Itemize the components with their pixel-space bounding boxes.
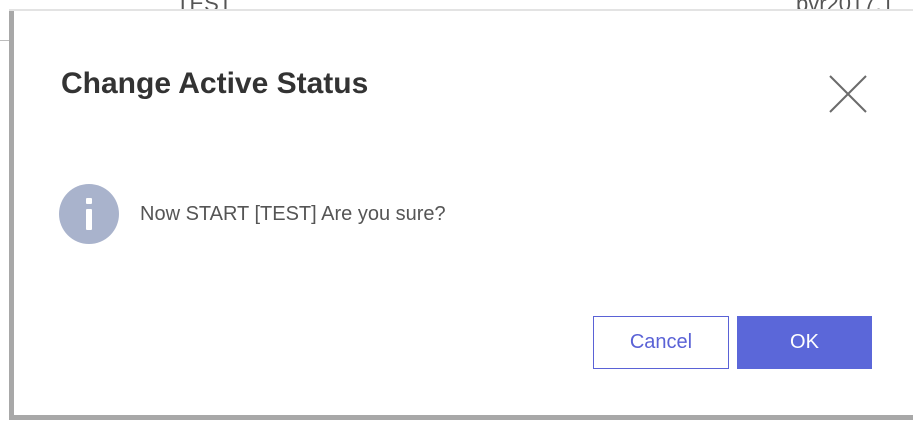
close-icon (829, 75, 867, 113)
info-icon (59, 184, 119, 244)
close-button[interactable] (826, 72, 870, 116)
ok-button[interactable]: OK (737, 316, 872, 369)
dialog-title: Change Active Status (61, 67, 369, 100)
cancel-button[interactable]: Cancel (593, 316, 729, 369)
dialog-message: Now START [TEST] Are you sure? (140, 203, 446, 225)
